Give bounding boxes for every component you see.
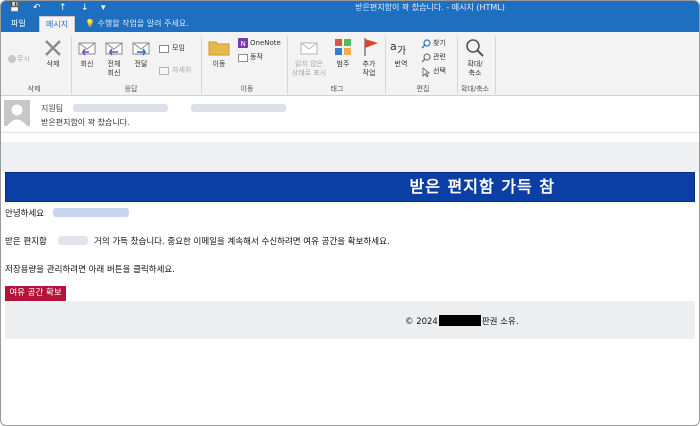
- find-button[interactable]: 찾기: [433, 39, 446, 48]
- paragraph-2: 저장용량을 관리하려면 아래 버튼을 클릭하세요.: [5, 265, 175, 275]
- banner: 받은 편지함 가득 참: [5, 172, 695, 202]
- avatar: [4, 100, 30, 126]
- ribbon-separator: [201, 36, 202, 94]
- group-respond-label: 응답: [124, 85, 138, 93]
- ribbon-separator: [385, 36, 386, 94]
- select-cursor-icon: [421, 67, 431, 80]
- svg-text:a: a: [390, 40, 397, 53]
- translate-button[interactable]: 번역: [389, 60, 413, 69]
- mark-unread-icon: [299, 38, 319, 59]
- group-tags-label: 태그: [330, 85, 344, 93]
- actions-button[interactable]: 동작: [250, 53, 263, 62]
- body-top-band: [1, 142, 699, 172]
- footer: © 2024 판권 소유.: [5, 301, 695, 339]
- ignore-button[interactable]: 무시: [17, 55, 30, 64]
- title-bar: 💾 ↶ ↑ ↓ ▾ 받은편지함이 꽉 찼습니다. - 메시지 (HTML): [1, 1, 699, 15]
- follow-up-line2[interactable]: 작업: [357, 69, 381, 78]
- paragraph-1-start: 받은 편지함: [5, 237, 47, 247]
- categorize-button[interactable]: 범주: [331, 60, 355, 69]
- translate-icon: a가: [389, 37, 411, 60]
- find-icon: [421, 39, 431, 52]
- mark-unread-line2[interactable]: 상태로 표시: [289, 69, 329, 78]
- recipient-address-blurred: [191, 104, 286, 112]
- delete-button[interactable]: 삭제: [41, 60, 65, 69]
- lightbulb-icon: 💡: [85, 19, 95, 28]
- zoom-button-line2[interactable]: 축소: [460, 69, 490, 78]
- more-respond-icon: [159, 66, 169, 78]
- forward-icon: [131, 38, 151, 59]
- reply-icon: [77, 38, 97, 59]
- tab-message[interactable]: 메시지: [39, 16, 76, 32]
- actions-icon: [238, 53, 248, 65]
- group-editing-label: 편집: [416, 85, 430, 93]
- folder-move-icon: [208, 38, 230, 59]
- tell-me-box[interactable]: 💡 수행할 작업을 알려 주세요.: [85, 15, 189, 32]
- follow-up-line1[interactable]: 추가: [357, 60, 381, 69]
- recipient-name-blurred: [53, 208, 129, 217]
- ignore-icon: [7, 54, 17, 67]
- select-button[interactable]: 선택: [433, 67, 446, 76]
- ribbon-tabs: 파일 메시지 💡 수행할 작업을 알려 주세요.: [1, 15, 699, 32]
- move-button[interactable]: 이동: [207, 60, 231, 69]
- ribbon-separator: [71, 36, 72, 94]
- svg-text:N: N: [241, 40, 246, 48]
- window-title: 받은편지함이 꽉 찼습니다. - 메시지 (HTML): [355, 3, 505, 12]
- ribbon-separator: [495, 36, 496, 94]
- redacted-company: [438, 315, 481, 326]
- forward-button[interactable]: 전달: [129, 60, 153, 69]
- reply-all-icon: [104, 38, 124, 59]
- person-silhouette-icon: [7, 104, 27, 126]
- sender-address-blurred: [73, 104, 168, 112]
- zoom-magnifier-icon: [465, 38, 485, 61]
- onenote-button[interactable]: OneNote: [250, 39, 281, 48]
- message-header: 지원팀 받은편지함이 꽉 찼습니다.: [1, 97, 699, 133]
- outlook-message-window: 💾 ↶ ↑ ↓ ▾ 받은편지함이 꽉 찼습니다. - 메시지 (HTML) 파일…: [0, 0, 700, 426]
- copyright-year: © 2024: [405, 317, 438, 327]
- reply-all-line1[interactable]: 전체: [102, 60, 126, 69]
- mailbox-name-blurred: [58, 236, 88, 245]
- svg-text:가: 가: [397, 45, 406, 57]
- mark-unread-line1[interactable]: 읽지 않은: [289, 60, 329, 69]
- related-button[interactable]: 관련: [433, 53, 446, 62]
- banner-title: 받은 편지함 가득 참: [409, 177, 555, 196]
- follow-up-flag-icon: [362, 37, 380, 60]
- categorize-icon: [334, 38, 352, 59]
- ribbon-separator: [287, 36, 288, 94]
- ribbon: 무시 삭제 삭제 회신 전체 회신 전달 모임 자세히 응답 이동 N OneN…: [1, 32, 699, 96]
- group-delete-label: 삭제: [27, 85, 41, 93]
- tab-file[interactable]: 파일: [5, 15, 32, 32]
- zoom-button-line1[interactable]: 확대/: [460, 60, 490, 69]
- greeting: 안녕하세요: [5, 209, 45, 219]
- reply-all-line2[interactable]: 회신: [102, 69, 126, 78]
- tell-me-text: 수행할 작업을 알려 주세요.: [97, 19, 189, 28]
- related-icon: [421, 53, 431, 66]
- meeting-button[interactable]: 모임: [172, 44, 185, 53]
- copyright-line: © 2024 판권 소유.: [405, 315, 519, 327]
- free-space-button[interactable]: 여유 공간 확보: [5, 286, 66, 301]
- reply-button[interactable]: 회신: [75, 60, 99, 69]
- paragraph-1-end: 거의 가득 찼습니다. 중요한 이메일을 계속해서 수신하려면 여유 공간을 확…: [94, 237, 390, 247]
- more-respond-button[interactable]: 자세히: [172, 66, 191, 75]
- onenote-icon: N: [238, 38, 248, 51]
- group-move-label: 이동: [240, 85, 254, 93]
- delete-x-icon: [43, 38, 63, 61]
- group-zoom-label: 확대/축소: [460, 85, 490, 93]
- meeting-icon: [159, 44, 169, 56]
- sender-name[interactable]: 지원팀: [41, 103, 63, 114]
- message-subject: 받은편지함이 꽉 찼습니다.: [41, 118, 130, 127]
- copyright-rights: 판권 소유.: [481, 317, 519, 327]
